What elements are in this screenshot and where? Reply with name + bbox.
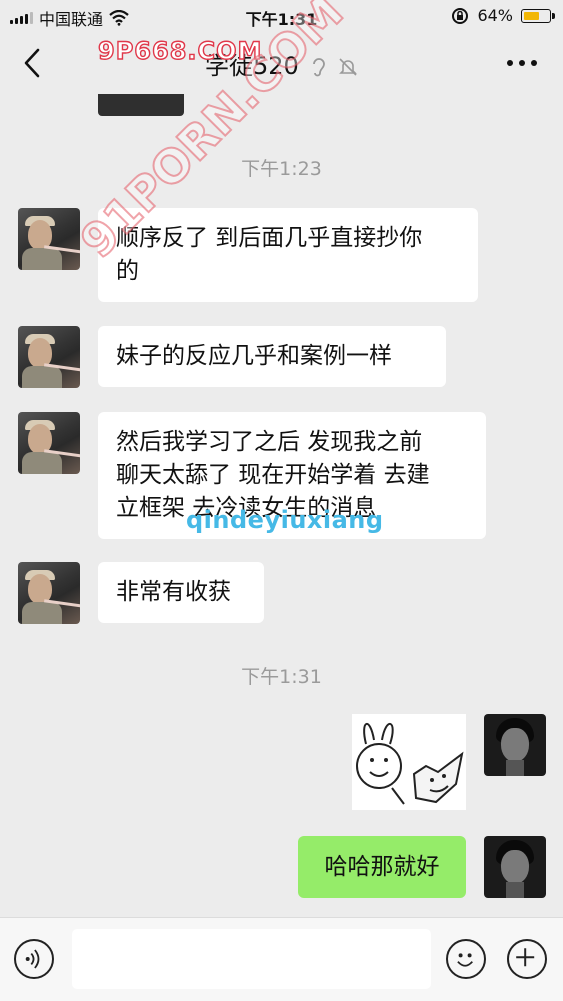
incoming-message-bubble[interactable]: 非常有收获: [98, 562, 264, 623]
message-line: 妹子的反应几乎和案例一样: [116, 343, 392, 369]
timestamp: 下午1:23: [241, 158, 322, 180]
incoming-message-bubble[interactable]: 妹子的反应几乎和案例一样: [98, 326, 446, 387]
my-avatar[interactable]: [484, 714, 546, 776]
more-horizontal-icon[interactable]: [507, 60, 537, 66]
watermark: qindeyiuxiang: [186, 506, 384, 534]
plus-icon[interactable]: [507, 939, 547, 979]
message-line: 的: [116, 258, 139, 284]
message-line: 聊天太舔了 现在开始学着 去建: [116, 462, 430, 488]
message-line: 顺序反了 到后面几乎直接抄你: [116, 225, 423, 251]
status-right: 64%: [451, 6, 555, 25]
battery-icon: [521, 8, 555, 23]
contact-avatar[interactable]: [18, 208, 80, 270]
bell-off-icon: [339, 58, 357, 76]
emoji-icon[interactable]: [446, 939, 486, 979]
message-input[interactable]: [72, 929, 431, 989]
contact-avatar[interactable]: [18, 326, 80, 388]
message-line: 非常有收获: [116, 579, 231, 605]
battery-percent: 64%: [477, 6, 513, 25]
timestamp: 下午1:31: [241, 666, 322, 688]
contact-avatar[interactable]: [18, 412, 80, 474]
rotation-lock-icon: [452, 7, 469, 24]
image-message-partial[interactable]: [98, 94, 184, 116]
contact-avatar[interactable]: [18, 562, 80, 624]
sticker-message[interactable]: [352, 714, 466, 810]
incoming-message-bubble[interactable]: 顺序反了 到后面几乎直接抄你 的: [98, 208, 478, 302]
my-avatar[interactable]: [484, 836, 546, 898]
message-line: 然后我学习了之后 发现我之前: [116, 429, 423, 455]
voice-icon[interactable]: [14, 939, 54, 979]
outgoing-message-bubble[interactable]: 哈哈那就好: [298, 836, 466, 898]
input-bar: [0, 917, 563, 1001]
